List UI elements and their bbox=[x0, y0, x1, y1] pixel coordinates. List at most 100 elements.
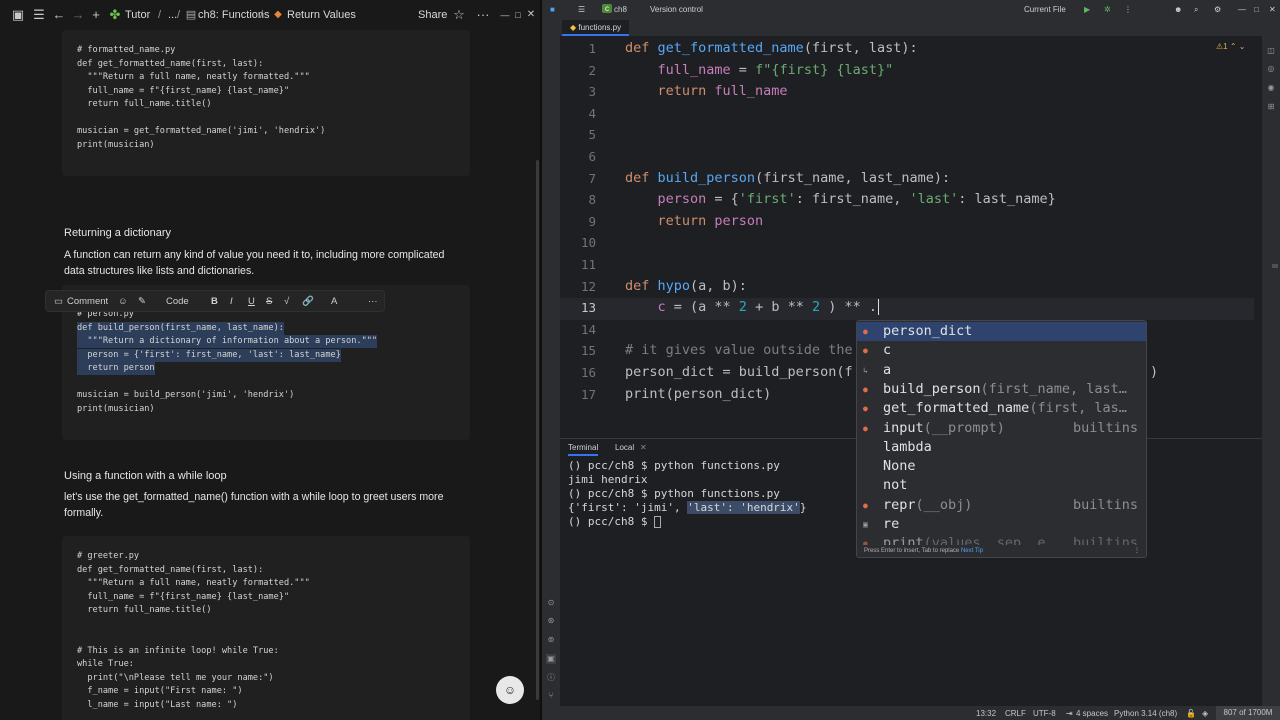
completion-item[interactable]: lambda bbox=[857, 438, 1146, 457]
code-line: def hypo(a, b): bbox=[625, 277, 747, 294]
completion-item[interactable]: ↳ a bbox=[857, 361, 1146, 380]
code-block-greeter[interactable]: # greeter.py def get_formatted_name(firs… bbox=[62, 536, 470, 720]
more-icon[interactable]: ··· bbox=[475, 7, 491, 23]
popup-more-icon[interactable]: ⋮ bbox=[1134, 545, 1140, 557]
database-icon[interactable]: ◉ bbox=[1266, 83, 1276, 93]
code-block-formatted-name[interactable]: # formatted_name.py def get_formatted_na… bbox=[62, 30, 470, 176]
breadcrumb-root[interactable]: Tutor bbox=[125, 9, 150, 21]
run-icon[interactable]: ▶ bbox=[1084, 5, 1090, 14]
edit-icon[interactable]: ✎ bbox=[138, 296, 146, 307]
project-selector[interactable]: ch8 bbox=[614, 5, 627, 14]
share-button[interactable]: Share bbox=[418, 9, 447, 21]
profile-icon[interactable]: ☻ bbox=[1174, 5, 1182, 14]
more-options-button[interactable]: ··· bbox=[368, 296, 378, 307]
console-icon[interactable]: ⊛ bbox=[546, 616, 556, 626]
python-packages-icon[interactable]: ⊙ bbox=[546, 598, 556, 608]
strikethrough-button[interactable]: S bbox=[266, 296, 272, 307]
forward-arrow-icon[interactable]: → bbox=[70, 7, 86, 23]
tab-local[interactable]: Local bbox=[615, 443, 634, 452]
mention-icon[interactable]: ☺ bbox=[118, 296, 128, 307]
code-completion-popup[interactable]: ● person_dict ● c ↳ a ● build_person(first_n… bbox=[856, 320, 1147, 558]
function-icon: ● bbox=[863, 500, 868, 510]
code-dropdown[interactable]: Code bbox=[166, 296, 189, 307]
function-icon: ● bbox=[863, 423, 868, 433]
interpreter-selector[interactable]: Python 3.14 (ch8) bbox=[1114, 709, 1177, 718]
memory-indicator[interactable]: 807 of 1700M bbox=[1216, 706, 1280, 720]
completion-item[interactable]: ● build_person(first_name, last… bbox=[857, 380, 1146, 399]
maximize-icon[interactable]: □ bbox=[1254, 5, 1259, 14]
completion-item[interactable]: ● input(__prompt) builtins bbox=[857, 419, 1146, 438]
line-number: 6 bbox=[588, 149, 596, 164]
bold-button[interactable]: B bbox=[211, 296, 218, 307]
completion-item[interactable]: ● repr(__obj) builtins bbox=[857, 496, 1146, 515]
main-menu-icon[interactable]: ☰ bbox=[578, 5, 585, 14]
indent-setting[interactable]: 4 spaces bbox=[1076, 709, 1108, 718]
new-page-icon[interactable]: + bbox=[88, 7, 104, 23]
completion-item[interactable]: ● get_formatted_name(first, las… bbox=[857, 399, 1146, 418]
app-icon: ■ bbox=[550, 5, 555, 14]
code-line: person_dict = build_person(f bbox=[625, 364, 853, 380]
code-line: l_name = input("Last name: ") bbox=[77, 700, 238, 710]
code-line: print("\nPlease tell me your name:") bbox=[77, 673, 274, 683]
back-arrow-icon[interactable]: ← bbox=[51, 7, 67, 23]
terminal-prompt[interactable]: () pcc/ch8 $ bbox=[568, 515, 662, 529]
warning-indicator[interactable]: ⚠1 ⌃ ⌄ bbox=[1216, 42, 1245, 51]
completion-item[interactable]: ● c bbox=[857, 341, 1146, 360]
caret-position[interactable]: 13:32 bbox=[976, 709, 996, 718]
scrollbar[interactable] bbox=[536, 160, 539, 700]
breadcrumb-ellipsis[interactable]: ... bbox=[168, 9, 177, 21]
editor-scrollbar[interactable] bbox=[1272, 264, 1278, 268]
next-tip-link[interactable]: Next Tip bbox=[961, 548, 983, 554]
breadcrumb-page[interactable]: Return Values bbox=[287, 9, 356, 21]
link-icon[interactable]: 🔗 bbox=[302, 296, 314, 307]
more-actions-icon[interactable]: ⋮ bbox=[1124, 5, 1132, 14]
line-number: 17 bbox=[580, 386, 596, 402]
underline-button[interactable]: U bbox=[248, 296, 255, 307]
completion-item[interactable]: None bbox=[857, 457, 1146, 476]
completion-item[interactable]: not bbox=[857, 476, 1146, 495]
code-line: def get_formatted_name(first, last): bbox=[77, 59, 264, 69]
notifications-icon[interactable]: ◫ bbox=[1266, 46, 1276, 56]
ide-title-bar: ■ ☰ c ch8 Version control Current File ▶… bbox=[542, 0, 1280, 20]
sidebar-toggle-icon[interactable]: ▣ bbox=[10, 7, 26, 23]
breadcrumb-mid[interactable]: ch8: Functions bbox=[198, 9, 270, 21]
line-number: 15 bbox=[580, 343, 596, 359]
completion-item[interactable]: ● person_dict bbox=[857, 322, 1146, 342]
code-line: # This is an infinite loop! while True: bbox=[77, 646, 279, 656]
file-encoding[interactable]: UTF-8 bbox=[1033, 709, 1056, 718]
line-separator[interactable]: CRLF bbox=[1005, 709, 1026, 718]
vcs-icon[interactable]: ⑂ bbox=[546, 691, 556, 701]
settings-icon[interactable]: ⚙ bbox=[1214, 5, 1221, 14]
lock-icon[interactable]: 🔓 bbox=[1186, 709, 1196, 718]
tab-terminal[interactable]: Terminal bbox=[568, 443, 599, 456]
page-icon: ▤ bbox=[185, 9, 197, 21]
tab-functions-py[interactable]: ◆ functions.py bbox=[562, 20, 630, 36]
completion-item[interactable]: ▣ re bbox=[857, 515, 1146, 534]
services-icon[interactable]: ⊚ bbox=[546, 635, 556, 645]
code-line: full_name = f"{first_name} {last_name}" bbox=[77, 86, 290, 96]
ai-assistant-icon[interactable]: ◎ bbox=[1266, 64, 1276, 74]
close-tab-icon[interactable]: ✕ bbox=[640, 443, 647, 452]
text-color-button[interactable]: A bbox=[331, 296, 337, 307]
event-log-icon[interactable]: ◈ bbox=[1202, 709, 1208, 718]
comment-button[interactable]: Comment bbox=[67, 296, 108, 307]
assistant-avatar-icon[interactable]: ☺ bbox=[496, 676, 524, 704]
comment-icon[interactable]: ▭ bbox=[54, 296, 63, 307]
terminal-icon[interactable]: ▣ bbox=[546, 654, 556, 664]
problems-icon[interactable]: ⓘ bbox=[546, 673, 556, 683]
search-icon[interactable]: ⌕ bbox=[1194, 5, 1198, 15]
close-icon[interactable]: ✕ bbox=[523, 7, 539, 23]
vcs-dropdown[interactable]: Version control bbox=[650, 5, 703, 14]
breadcrumb-separator: / bbox=[260, 9, 264, 21]
menu-icon[interactable]: ☰ bbox=[31, 7, 47, 23]
code-line: musician = get_formatted_name('jimi', 'h… bbox=[77, 126, 326, 136]
star-icon[interactable]: ☆ bbox=[451, 7, 467, 23]
math-icon[interactable]: √ bbox=[284, 296, 289, 307]
close-icon[interactable]: ✕ bbox=[1269, 5, 1276, 14]
debug-icon[interactable]: ✲ bbox=[1104, 5, 1111, 14]
italic-button[interactable]: I bbox=[230, 296, 233, 307]
code-line: # greeter.py bbox=[77, 551, 140, 561]
run-config-dropdown[interactable]: Current File bbox=[1024, 5, 1066, 14]
sciview-icon[interactable]: ⊞ bbox=[1266, 102, 1276, 112]
minimize-icon[interactable]: — bbox=[1238, 5, 1246, 14]
